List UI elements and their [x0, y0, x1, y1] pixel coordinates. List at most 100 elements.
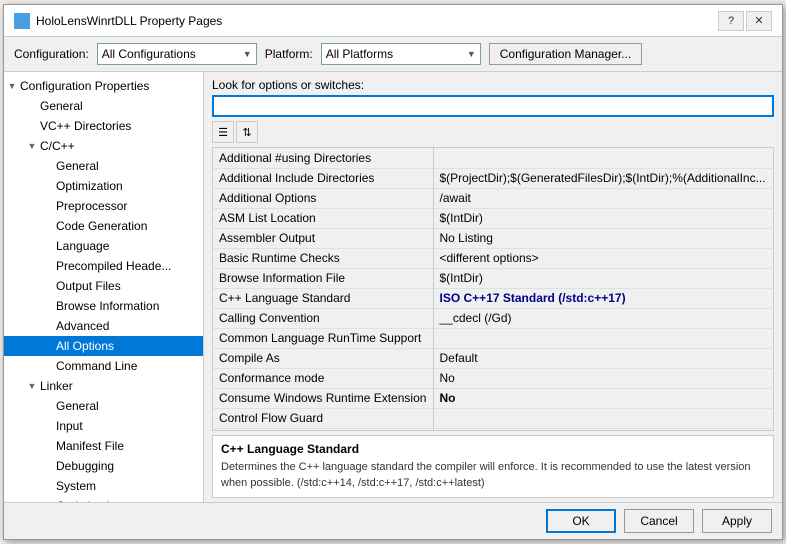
- prop-name: Create Hotpatchable Image: [213, 428, 433, 431]
- dialog-icon: [14, 13, 30, 29]
- configuration-dropdown[interactable]: All Configurations ▼: [97, 43, 257, 65]
- config-label: Configuration:: [14, 47, 89, 61]
- bottom-bar: OK Cancel Apply: [4, 502, 782, 539]
- tree-item-input[interactable]: Input: [4, 416, 203, 436]
- prop-value: Default: [433, 348, 773, 368]
- table-row[interactable]: Basic Runtime Checks<different options>: [213, 248, 773, 268]
- table-row[interactable]: Calling Convention__cdecl (/Gd): [213, 308, 773, 328]
- expand-icon-config: ▼: [4, 78, 20, 94]
- search-row: Look for options or switches:: [204, 72, 782, 121]
- apply-button[interactable]: Apply: [702, 509, 772, 533]
- table-row[interactable]: Additional #using Directories: [213, 148, 773, 168]
- tree-item-linker[interactable]: ▼ Linker: [4, 376, 203, 396]
- cancel-button[interactable]: Cancel: [624, 509, 694, 533]
- table-row[interactable]: Browse Information File$(IntDir): [213, 268, 773, 288]
- prop-value: [433, 148, 773, 168]
- table-row[interactable]: Conformance modeNo: [213, 368, 773, 388]
- tree-item-command-line[interactable]: Command Line: [4, 356, 203, 376]
- tree-item-preprocessor[interactable]: Preprocessor: [4, 196, 203, 216]
- tree-item-language[interactable]: Language: [4, 236, 203, 256]
- tree-item-config-properties[interactable]: ▼ Configuration Properties: [4, 76, 203, 96]
- prop-name: Additional #using Directories: [213, 148, 433, 168]
- description-text: Determines the C++ language standard the…: [221, 460, 765, 491]
- tree-item-general-cpp[interactable]: General: [4, 156, 203, 176]
- prop-name: Calling Convention: [213, 308, 433, 328]
- tree-item-system[interactable]: System: [4, 476, 203, 496]
- search-label: Look for options or switches:: [212, 78, 774, 92]
- help-button[interactable]: ?: [718, 11, 744, 31]
- tree-item-debugging[interactable]: Debugging: [4, 456, 203, 476]
- description-title: C++ Language Standard: [221, 442, 765, 456]
- platform-dropdown[interactable]: All Platforms ▼: [321, 43, 481, 65]
- tree-item-advanced[interactable]: Advanced: [4, 316, 203, 336]
- table-row[interactable]: Consume Windows Runtime ExtensionNo: [213, 388, 773, 408]
- main-area: ▼ Configuration Properties ▶ General ▶ V…: [4, 72, 782, 502]
- tree-item-precompiled[interactable]: Precompiled Heade...: [4, 256, 203, 276]
- prop-value: $(IntDir): [433, 208, 773, 228]
- description-panel: C++ Language Standard Determines the C++…: [212, 435, 774, 498]
- table-row[interactable]: Common Language RunTime Support: [213, 328, 773, 348]
- prop-name: Conformance mode: [213, 368, 433, 388]
- tree-item-linker-general[interactable]: General: [4, 396, 203, 416]
- prop-name: Additional Options: [213, 188, 433, 208]
- ok-button[interactable]: OK: [546, 509, 616, 533]
- prop-value: [433, 408, 773, 428]
- platform-dropdown-arrow: ▼: [467, 49, 476, 59]
- prop-value: [433, 428, 773, 431]
- platform-label: Platform:: [265, 47, 313, 61]
- prop-name: Consume Windows Runtime Extension: [213, 388, 433, 408]
- prop-value: No: [433, 368, 773, 388]
- prop-name: Assembler Output: [213, 228, 433, 248]
- prop-name: C++ Language Standard: [213, 288, 433, 308]
- title-bar-controls: ? ✕: [718, 11, 772, 31]
- tree-item-manifest-file[interactable]: Manifest File: [4, 436, 203, 456]
- prop-value: [433, 328, 773, 348]
- prop-name: Compile As: [213, 348, 433, 368]
- toolbar-row: ☰ ⇅: [204, 121, 782, 147]
- dialog-title: HoloLensWinrtDLL Property Pages: [36, 14, 222, 28]
- close-button[interactable]: ✕: [746, 11, 772, 31]
- prop-name: Basic Runtime Checks: [213, 248, 433, 268]
- prop-value: $(ProjectDir);$(GeneratedFilesDir);$(Int…: [433, 168, 773, 188]
- prop-name: ASM List Location: [213, 208, 433, 228]
- table-row[interactable]: Control Flow Guard: [213, 408, 773, 428]
- property-pages-dialog: HoloLensWinrtDLL Property Pages ? ✕ Conf…: [3, 4, 783, 540]
- table-row[interactable]: Additional Options/await: [213, 188, 773, 208]
- table-row[interactable]: Compile AsDefault: [213, 348, 773, 368]
- prop-name: Common Language RunTime Support: [213, 328, 433, 348]
- tree-item-output-files[interactable]: Output Files: [4, 276, 203, 296]
- table-row[interactable]: Assembler OutputNo Listing: [213, 228, 773, 248]
- expand-icon: ⇅: [242, 126, 251, 139]
- prop-value: <different options>: [433, 248, 773, 268]
- search-input[interactable]: [212, 95, 774, 117]
- prop-value: No: [433, 388, 773, 408]
- expand-button[interactable]: ⇅: [236, 121, 258, 143]
- table-row[interactable]: Additional Include Directories$(ProjectD…: [213, 168, 773, 188]
- sort-button[interactable]: ☰: [212, 121, 234, 143]
- prop-value: No Listing: [433, 228, 773, 248]
- config-row: Configuration: All Configurations ▼ Plat…: [4, 37, 782, 72]
- tree-panel: ▼ Configuration Properties ▶ General ▶ V…: [4, 72, 204, 502]
- expand-icon-cpp: ▼: [24, 138, 40, 154]
- config-dropdown-arrow: ▼: [243, 49, 252, 59]
- sort-icon: ☰: [218, 126, 228, 139]
- tree-item-code-generation[interactable]: Code Generation: [4, 216, 203, 236]
- tree-item-general-top[interactable]: ▶ General: [4, 96, 203, 116]
- configuration-manager-button[interactable]: Configuration Manager...: [489, 43, 642, 65]
- table-row[interactable]: C++ Language StandardISO C++17 Standard …: [213, 288, 773, 308]
- tree-item-browse-info[interactable]: Browse Information: [4, 296, 203, 316]
- title-bar-left: HoloLensWinrtDLL Property Pages: [14, 13, 222, 29]
- properties-table: Additional #using DirectoriesAdditional …: [213, 148, 773, 431]
- prop-value: /await: [433, 188, 773, 208]
- title-bar: HoloLensWinrtDLL Property Pages ? ✕: [4, 5, 782, 37]
- properties-table-container[interactable]: Additional #using DirectoriesAdditional …: [212, 147, 774, 431]
- table-row[interactable]: ASM List Location$(IntDir): [213, 208, 773, 228]
- tree-item-cpp[interactable]: ▼ C/C++: [4, 136, 203, 156]
- prop-value: __cdecl (/Gd): [433, 308, 773, 328]
- table-row[interactable]: Create Hotpatchable Image: [213, 428, 773, 431]
- tree-item-all-options[interactable]: All Options: [4, 336, 203, 356]
- tree-item-vc-directories[interactable]: ▶ VC++ Directories: [4, 116, 203, 136]
- tree-item-optimization[interactable]: Optimization: [4, 176, 203, 196]
- configuration-value: All Configurations: [102, 47, 196, 61]
- expand-icon-linker: ▼: [24, 378, 40, 394]
